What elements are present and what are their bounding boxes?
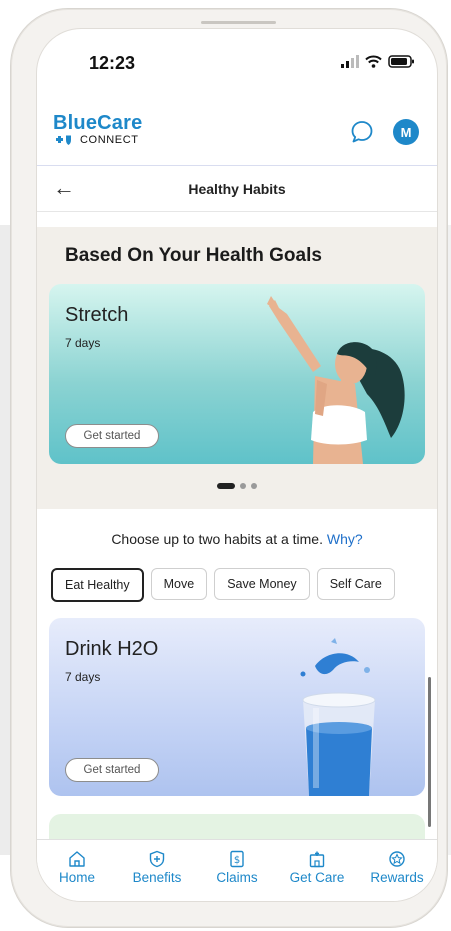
- health-goals-section: Based On Your Health Goals Stretch 7 day…: [37, 227, 437, 509]
- signal-icon: [341, 55, 359, 68]
- brand-sub-text: CONNECT: [80, 134, 139, 146]
- card-duration: 7 days: [65, 336, 101, 350]
- page-title: Healthy Habits: [188, 181, 286, 197]
- brand-name: BlueCare: [53, 112, 143, 134]
- speaker-notch: [201, 21, 276, 24]
- tab-get-care[interactable]: Get Care: [277, 840, 357, 901]
- status-time: 12:23: [89, 53, 136, 73]
- tab-benefits[interactable]: Benefits: [117, 840, 197, 901]
- card-title: Drink H2O: [65, 638, 159, 660]
- wifi-icon: [365, 55, 382, 68]
- badge-icon: [389, 851, 405, 867]
- section-title: Based On Your Health Goals: [65, 245, 322, 266]
- hospital-icon: [309, 851, 325, 868]
- tab-label: Benefits: [132, 870, 182, 885]
- carousel-dot[interactable]: [251, 483, 257, 489]
- cross-shield-icon: [56, 135, 71, 145]
- tab-claims[interactable]: $ Claims: [197, 840, 277, 901]
- status-icons: [341, 55, 415, 68]
- bottom-tab-bar: Home Benefits $ Claims Get Care Rewards: [37, 839, 437, 901]
- page-nav: ← Healthy Habits: [37, 169, 437, 209]
- tab-label: Claims: [216, 870, 258, 885]
- tab-home[interactable]: Home: [37, 840, 117, 901]
- chip-eat-healthy[interactable]: Eat Healthy: [51, 568, 144, 602]
- water-glass-illustration: [300, 638, 376, 796]
- card-duration: 7 days: [65, 670, 101, 684]
- chat-icon[interactable]: [349, 119, 375, 145]
- stretching-woman-illustration: [267, 296, 405, 464]
- brand-logo[interactable]: BlueCare CONNECT: [53, 112, 142, 146]
- stretch-get-started-button[interactable]: Get started: [65, 424, 159, 448]
- carousel-dot-active[interactable]: [217, 483, 235, 489]
- drink-get-started-button[interactable]: Get started: [65, 758, 159, 782]
- stretch-card[interactable]: Stretch 7 days Get started: [49, 284, 425, 464]
- tab-label: Home: [58, 870, 95, 885]
- scrollbar[interactable]: [428, 677, 431, 827]
- drink-water-card[interactable]: Drink H2O 7 days Get started: [49, 618, 425, 796]
- carousel-dot[interactable]: [240, 483, 246, 489]
- shield-plus-icon: [149, 850, 165, 868]
- chip-save-money[interactable]: Save Money: [214, 568, 310, 600]
- battery-icon: [388, 55, 414, 68]
- header-actions: M: [349, 119, 419, 145]
- nav-divider: [37, 211, 437, 212]
- habit-prompt-text: Choose up to two habits at a time.: [111, 531, 323, 547]
- phone-frame: 12:23 BlueCare CONNECT M ← Healthy Habit…: [10, 8, 448, 928]
- tab-rewards[interactable]: Rewards: [357, 840, 437, 901]
- tab-label: Rewards: [370, 870, 424, 885]
- why-link[interactable]: Why?: [327, 531, 363, 547]
- carousel-dots[interactable]: [37, 483, 437, 489]
- header-divider: [37, 165, 437, 166]
- phone-screen: 12:23 BlueCare CONNECT M ← Healthy Habit…: [37, 29, 437, 901]
- avatar[interactable]: M: [393, 119, 419, 145]
- svg-text:$: $: [234, 855, 240, 866]
- habit-filter-chips: Eat Healthy Move Save Money Self Care: [51, 568, 395, 602]
- home-icon: [69, 851, 85, 867]
- tab-label: Get Care: [289, 870, 345, 885]
- chip-move[interactable]: Move: [150, 568, 208, 600]
- habit-prompt: Choose up to two habits at a time. Why?: [37, 531, 437, 547]
- brand-sub: CONNECT: [53, 134, 142, 146]
- card-title: Stretch: [65, 304, 129, 326]
- chip-self-care[interactable]: Self Care: [316, 568, 395, 600]
- dollar-document-icon: $: [230, 850, 244, 868]
